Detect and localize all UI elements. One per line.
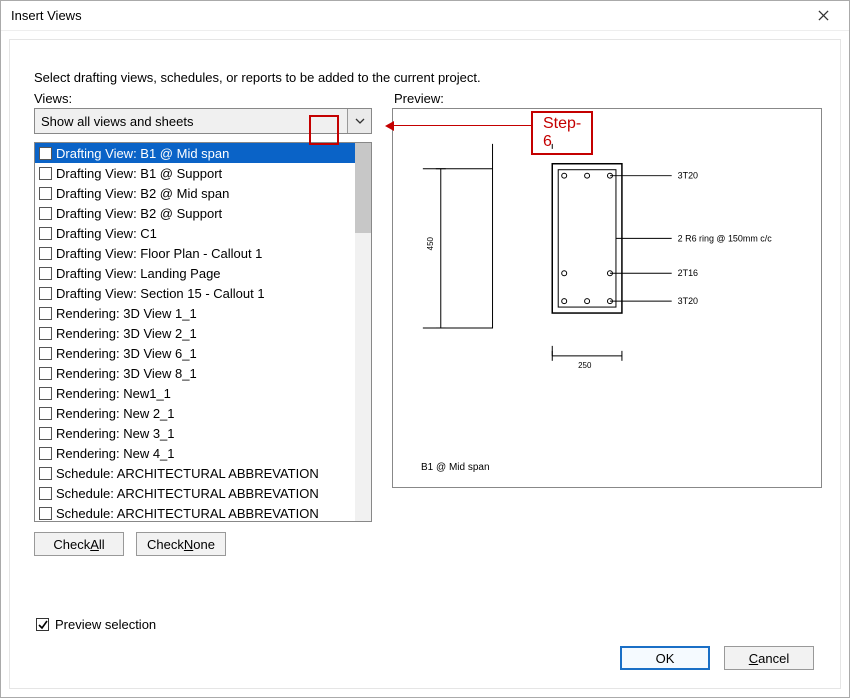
chevron-down-icon [355,118,365,124]
item-checkbox[interactable] [39,507,52,520]
list-item[interactable]: Drafting View: Landing Page [35,263,355,283]
preview-drawing: 3T20 2 R6 ring @ 150mm c/c 2T16 3T20 250… [393,109,821,487]
item-label: Drafting View: B2 @ Mid span [56,186,229,201]
item-label: Rendering: 3D View 1_1 [56,306,197,321]
dim-height: 450 [426,236,435,250]
item-checkbox[interactable] [39,267,52,280]
annotation-arrowhead [385,121,394,131]
list-item[interactable]: Rendering: New 3_1 [35,423,355,443]
item-checkbox[interactable] [39,487,52,500]
item-checkbox[interactable] [39,447,52,460]
item-label: Drafting View: B1 @ Support [56,166,222,181]
list-item[interactable]: Drafting View: Section 15 - Callout 1 [35,283,355,303]
item-label: Drafting View: Floor Plan - Callout 1 [56,246,262,261]
item-label: Rendering: 3D View 8_1 [56,366,197,381]
item-label: Schedule: ARCHITECTURAL ABBREVATION [56,486,319,501]
preview-panel: 3T20 2 R6 ring @ 150mm c/c 2T16 3T20 250… [392,108,822,556]
item-label: Drafting View: Landing Page [56,266,221,281]
cancel-button[interactable]: Cancel [724,646,814,670]
views-label: Views: [34,91,374,106]
list-item[interactable]: Rendering: 3D View 1_1 [35,303,355,323]
list-item[interactable]: Drafting View: Floor Plan - Callout 1 [35,243,355,263]
item-checkbox[interactable] [39,287,52,300]
dialog-title: Insert Views [11,8,82,23]
item-label: Rendering: New 3_1 [56,426,175,441]
item-label: Rendering: 3D View 6_1 [56,346,197,361]
item-checkbox[interactable] [39,467,52,480]
list-item[interactable]: Rendering: New1_1 [35,383,355,403]
callout-rings: 2 R6 ring @ 150mm c/c [678,233,773,243]
filter-value: Show all views and sheets [35,114,347,129]
list-item[interactable]: Rendering: 3D View 8_1 [35,363,355,383]
dialog-window: Insert Views Step-6 Select drafting view… [0,0,850,698]
item-label: Drafting View: C1 [56,226,157,241]
item-label: Schedule: ARCHITECTURAL ABBREVATION [56,506,319,521]
list-item[interactable]: Schedule: ARCHITECTURAL ABBREVATION [35,503,355,521]
list-item[interactable]: Drafting View: C1 [35,223,355,243]
item-checkbox[interactable] [39,427,52,440]
dialog-content: Select drafting views, schedules, or rep… [9,39,841,689]
close-button[interactable] [805,3,841,29]
item-checkbox[interactable] [39,227,52,240]
item-label: Rendering: 3D View 2_1 [56,326,197,341]
callout-3t20-bot: 3T20 [678,296,698,306]
dropdown-button[interactable] [347,109,371,133]
ok-button[interactable]: OK [620,646,710,670]
list-item[interactable]: Schedule: ARCHITECTURAL ABBREVATION [35,463,355,483]
section-labels: Views: Preview: [28,91,822,106]
list-item[interactable]: Drafting View: B1 @ Mid span [35,143,355,163]
item-checkbox[interactable] [39,367,52,380]
item-label: Drafting View: B1 @ Mid span [56,146,229,161]
item-checkbox[interactable] [39,407,52,420]
drawing-caption: B1 @ Mid span [421,462,490,473]
check-all-button[interactable]: Check All [34,532,124,556]
item-label: Drafting View: Section 15 - Callout 1 [56,286,265,301]
list-item[interactable]: Drafting View: B2 @ Support [35,203,355,223]
checkbox-icon [36,618,49,631]
list-item[interactable]: Drafting View: B1 @ Support [35,163,355,183]
annotation-highlight [309,115,339,145]
preview-selection-checkbox[interactable]: Preview selection [36,617,156,632]
item-checkbox[interactable] [39,347,52,360]
close-icon [818,10,829,21]
scrollbar-thumb[interactable] [355,143,371,233]
item-label: Rendering: New 2_1 [56,406,175,421]
views-panel: Show all views and sheets Drafting View:… [34,108,372,556]
views-listbox[interactable]: Drafting View: B1 @ Mid span Drafting Vie… [34,142,372,522]
preview-area: 3T20 2 R6 ring @ 150mm c/c 2T16 3T20 250… [392,108,822,488]
callout-3t20-top: 3T20 [678,171,698,181]
preview-label: Preview: [394,91,444,106]
item-checkbox[interactable] [39,187,52,200]
item-checkbox[interactable] [39,247,52,260]
list-item[interactable]: Rendering: New 2_1 [35,403,355,423]
item-label: Drafting View: B2 @ Support [56,206,222,221]
list-item[interactable]: Drafting View: B2 @ Mid span [35,183,355,203]
item-checkbox[interactable] [39,207,52,220]
list-item[interactable]: Rendering: 3D View 2_1 [35,323,355,343]
scrollbar-track[interactable] [355,143,371,521]
item-checkbox[interactable] [39,167,52,180]
annotation-label: Step-6 [531,111,593,155]
list-item[interactable]: Schedule: ARCHITECTURAL ABBREVATION [35,483,355,503]
check-none-button[interactable]: Check None [136,532,226,556]
preview-selection-label: Preview selection [55,617,156,632]
item-label: Schedule: ARCHITECTURAL ABBREVATION [56,466,319,481]
list-item[interactable]: Rendering: New 4_1 [35,443,355,463]
item-checkbox[interactable] [39,307,52,320]
list-item[interactable]: Rendering: 3D View 6_1 [35,343,355,363]
annotation-arrow [389,125,533,126]
title-bar: Insert Views [1,1,849,31]
dim-width: 250 [578,361,592,370]
item-label: Rendering: New 4_1 [56,446,175,461]
item-checkbox[interactable] [39,387,52,400]
item-checkbox[interactable] [39,327,52,340]
item-checkbox[interactable] [39,147,52,160]
instruction-text: Select drafting views, schedules, or rep… [34,70,822,85]
callout-2t16: 2T16 [678,268,698,278]
item-label: Rendering: New1_1 [56,386,171,401]
